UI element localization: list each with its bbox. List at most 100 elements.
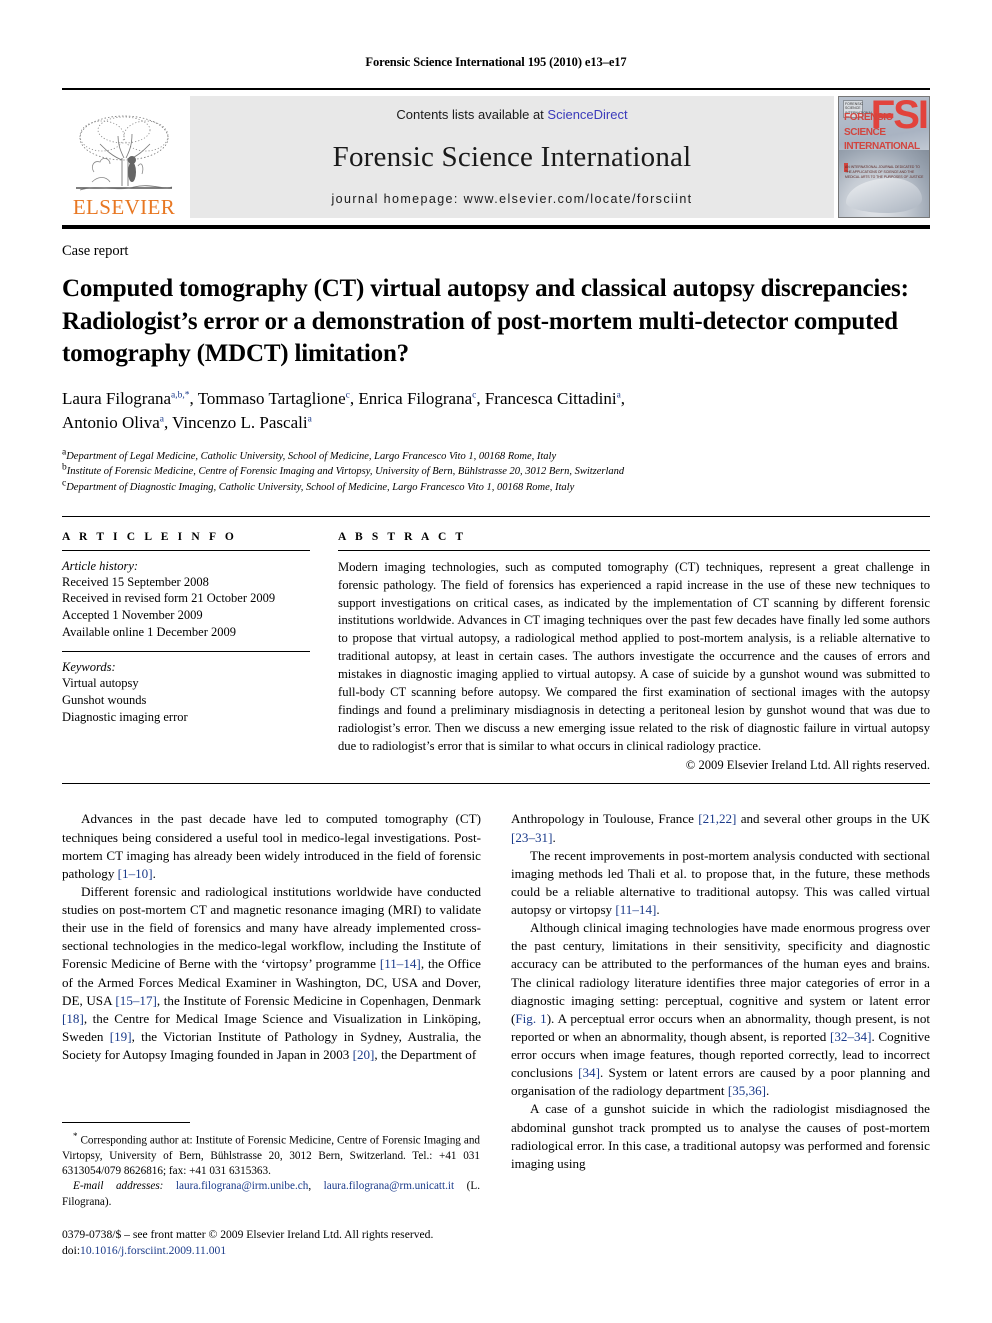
abstract-copyright: © 2009 Elsevier Ireland Ltd. All rights … xyxy=(685,758,930,773)
email-link-2[interactable]: laura.filograna@rm.unicatt.it xyxy=(324,1180,455,1192)
author-affiliation-mark: a xyxy=(159,414,164,425)
affiliation-text: Department of Diagnostic Imaging, Cathol… xyxy=(66,482,575,493)
body-column-right: Anthropology in Toulouse, France [21,22]… xyxy=(511,810,930,1173)
body-paragraph: The recent improvements in post-mortem a… xyxy=(511,847,930,917)
email-note: E-mail addresses: laura.filograna@irm.un… xyxy=(62,1179,480,1209)
cover-subtitle: AN INTERNATIONAL JOURNAL DEDICATED TO TH… xyxy=(845,165,924,180)
doi-line: doi:10.1016/j.forsciint.2009.11.001 xyxy=(62,1243,480,1259)
cover-word-1: FORENSIC xyxy=(844,112,893,123)
article-history-label: Article history: xyxy=(62,558,139,573)
affiliation: bInstitute of Forensic Medicine, Centre … xyxy=(62,463,930,480)
contents-prefix: Contents lists available at xyxy=(396,107,548,122)
keywords-block: Keywords: Virtual autopsy Gunshot wounds D… xyxy=(62,651,310,725)
affiliation: aDepartment of Legal Medicine, Catholic … xyxy=(62,447,930,465)
keywords-label: Keywords: xyxy=(62,660,116,675)
journal-homepage-link[interactable]: journal homepage: www.elsevier.com/locat… xyxy=(331,192,692,206)
corresponding-author-note: * Corresponding author at: Institute of … xyxy=(62,1130,480,1179)
citation-link[interactable]: [20] xyxy=(353,1047,375,1062)
elsevier-logo: ELSEVIER xyxy=(62,96,186,218)
page-title: Computed tomography (CT) virtual autopsy… xyxy=(62,275,909,367)
body-paragraph: A case of a gunshot suicide in which the… xyxy=(511,1101,930,1171)
citation-link[interactable]: [18] xyxy=(62,1011,84,1026)
citation-link[interactable]: Fig. 1 xyxy=(515,1011,546,1026)
cover-word-3: INTERNATIONAL xyxy=(844,141,920,152)
author-name: Tommaso Tartaglione xyxy=(197,389,346,409)
citation-link[interactable]: [23–31] xyxy=(511,830,552,845)
sciencedirect-link[interactable]: ScienceDirect xyxy=(547,107,627,122)
author-name: Enrica Filograna xyxy=(358,389,473,409)
author-affiliation-mark: c xyxy=(472,390,477,401)
citation-link[interactable]: [35,36] xyxy=(728,1083,766,1098)
abstract-text: Modern imaging technologies, such as com… xyxy=(338,559,930,753)
citation-link[interactable]: [21,22] xyxy=(698,811,736,826)
citation-link[interactable]: [11–14] xyxy=(615,902,656,917)
footnote-area: * Corresponding author at: Institute of … xyxy=(62,1122,480,1259)
author-name: Laura Filograna xyxy=(62,389,172,409)
elsevier-tree-icon xyxy=(76,115,173,191)
citation-link[interactable]: [15–17] xyxy=(115,993,156,1008)
contents-available-line: Contents lists available at ScienceDirec… xyxy=(396,107,627,122)
author-name: Francesca Cittadini xyxy=(484,389,617,409)
abstract-rule xyxy=(338,549,930,551)
email-link-1[interactable]: laura.filograna@irm.unibe.ch xyxy=(176,1180,308,1192)
citation-link[interactable]: [32–34] xyxy=(830,1029,871,1044)
keywords-lines: Virtual autopsy Gunshot wounds Diagnostic … xyxy=(62,675,310,725)
keywords-rule xyxy=(62,651,310,653)
cover-journal-words: FORENSIC SCIENCE INTERNATIONAL xyxy=(844,111,920,155)
body-paragraph: Anthropology in Toulouse, France [21,22]… xyxy=(511,811,930,845)
article-body: Advances in the past decade have led to … xyxy=(62,810,930,1173)
keyword-item: Gunshot wounds xyxy=(62,692,147,707)
imprint-line: 0379-0738/$ – see front matter © 2009 El… xyxy=(62,1227,434,1241)
elsevier-wordmark: ELSEVIER xyxy=(72,195,176,219)
author-affiliation-mark: a,b,* xyxy=(171,390,190,401)
masthead-center-panel: Contents lists available at ScienceDirec… xyxy=(190,96,834,218)
corresponding-star: * xyxy=(73,1131,78,1141)
imprint-block: 0379-0738/$ – see front matter © 2009 El… xyxy=(62,1227,480,1259)
keyword-item: Virtual autopsy xyxy=(62,676,139,691)
article-type: Case report xyxy=(62,243,129,259)
article-history-lines: Received 15 September 2008 Received in re… xyxy=(62,574,310,641)
abstract-heading: A B S T R A C T xyxy=(338,530,467,543)
corresponding-text: Corresponding author at: Institute of Fo… xyxy=(62,1134,481,1178)
citation-link[interactable]: [1–10] xyxy=(118,866,153,881)
citation-link[interactable]: [19] xyxy=(110,1029,132,1044)
author-name: Antonio Oliva xyxy=(62,413,160,433)
journal-masthead: ELSEVIER Contents lists available at Sci… xyxy=(62,88,930,229)
article-info-heading: A R T I C L E I N F O xyxy=(62,530,237,543)
article-history-item: Received 15 September 2008 xyxy=(62,574,209,589)
cover-word-2: SCIENCE xyxy=(844,126,886,138)
doi-label: doi: xyxy=(62,1243,81,1257)
body-paragraph: Different forensic and radiological inst… xyxy=(62,883,482,1062)
email-sep: , xyxy=(308,1180,324,1193)
author-affiliation-mark: c xyxy=(345,390,350,401)
email-label: E-mail addresses: xyxy=(73,1180,164,1193)
doi-link[interactable]: 10.1016/j.forsciint.2009.11.001 xyxy=(80,1244,226,1257)
article-info-rule xyxy=(62,549,310,551)
article-history-item: Accepted 1 November 2009 xyxy=(62,608,203,622)
article-history-item: Available online 1 December 2009 xyxy=(62,624,237,639)
citation-link[interactable]: [11–14] xyxy=(380,956,421,971)
citation-link[interactable]: [34] xyxy=(578,1065,600,1080)
abstract-column: A B S T R A C T Modern imaging technolog… xyxy=(338,531,930,774)
article-info-column: A R T I C L E I N F O Article history: R… xyxy=(62,531,310,774)
author-affiliation-mark: a xyxy=(307,414,312,425)
journal-title: Forensic Science International xyxy=(332,140,692,173)
body-paragraph: Advances in the past decade have led to … xyxy=(62,811,481,881)
keyword-item: Diagnostic imaging error xyxy=(62,709,188,724)
article-history-item: Received in revised form 21 October 2009 xyxy=(62,591,276,606)
author-name: Vincenzo L. Pascali xyxy=(172,413,308,433)
article-page: Forensic Science International 195 (2010… xyxy=(0,0,992,1323)
info-top-rule xyxy=(62,515,930,517)
author-list: Laura Filogranaa,b,*, Tommaso Tartaglion… xyxy=(62,389,626,433)
masthead-bottom-rule xyxy=(62,225,930,229)
body-paragraph: Although clinical imaging technologies h… xyxy=(511,920,931,1099)
running-head: Forensic Science International 195 (2010… xyxy=(365,55,627,69)
affiliation: cDepartment of Diagnostic Imaging, Catho… xyxy=(62,479,930,496)
footnote-rule xyxy=(62,1122,190,1123)
affiliation-text: Institute of Forensic Medicine, Centre o… xyxy=(66,466,625,478)
body-column-left: Advances in the past decade have led to … xyxy=(62,810,481,1173)
affiliation-list: aDepartment of Legal Medicine, Catholic … xyxy=(62,447,930,496)
author-affiliation-mark: a xyxy=(616,390,621,401)
affiliation-text: Department of Legal Medicine, Catholic U… xyxy=(66,450,557,462)
cover-photo xyxy=(839,149,929,217)
